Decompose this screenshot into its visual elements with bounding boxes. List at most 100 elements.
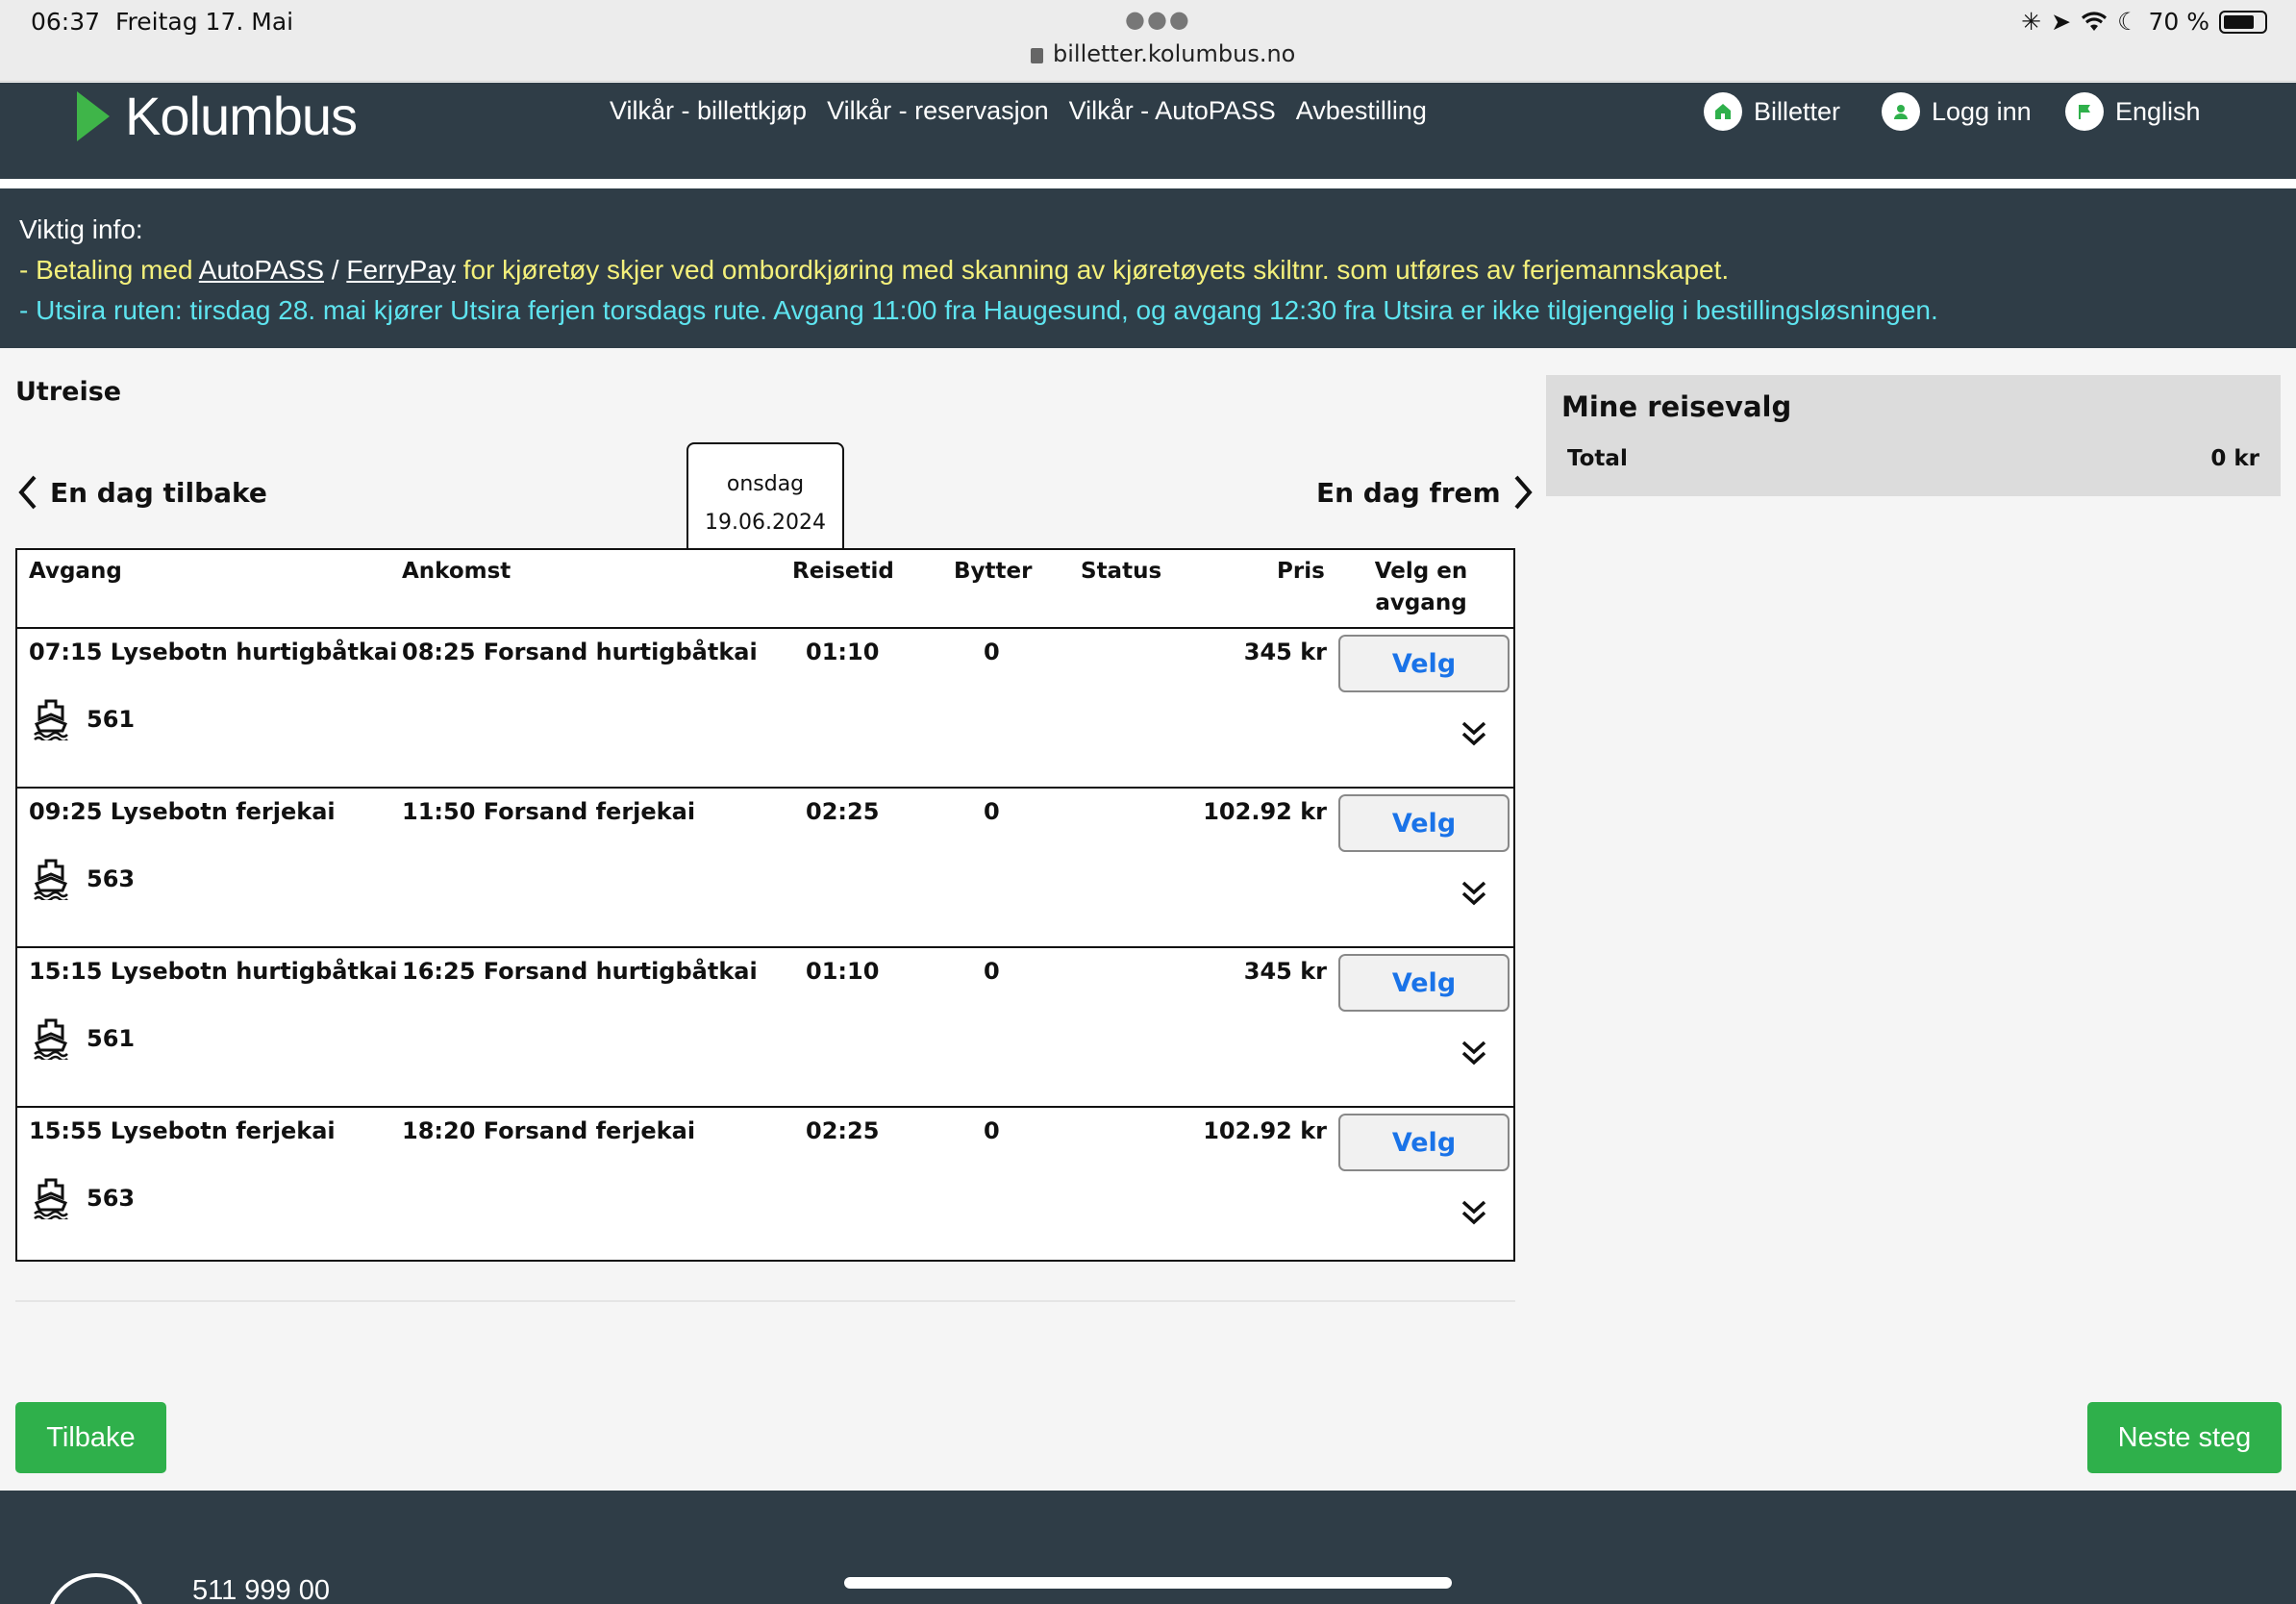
- prev-day-button[interactable]: En dag tilbake: [15, 473, 267, 512]
- table-row: 15:55 Lysebotn ferjekai 18:20 Forsand fe…: [17, 1106, 1513, 1266]
- phone-icon: [46, 1573, 146, 1604]
- nav-vilkar-autopass[interactable]: Vilkår - AutoPASS: [1069, 96, 1276, 126]
- velg-button[interactable]: Velg: [1338, 1114, 1510, 1171]
- battery-percent: 70 %: [2148, 8, 2209, 36]
- route-info: 561: [33, 698, 135, 740]
- velg-button[interactable]: Velg: [1338, 794, 1510, 852]
- chevron-left-icon: [18, 475, 37, 510]
- col-reisetid: Reisetid: [792, 559, 894, 584]
- logo-chevron-icon: [77, 90, 110, 141]
- arrival: 11:50 Forsand ferjekai: [402, 798, 696, 825]
- info-line1-suffix: for kjøretøy skjer ved ombordkjøring med…: [455, 255, 1730, 285]
- velg-button[interactable]: Velg: [1338, 954, 1510, 1012]
- activity-icon: ✳: [2021, 8, 2042, 36]
- url-text: billetter.kolumbus.no: [1053, 40, 1296, 67]
- language-label: English: [2115, 96, 2201, 126]
- transfers: 0: [984, 958, 1000, 985]
- total-label: Total: [1567, 446, 1628, 471]
- logo-text: Kolumbus: [125, 86, 358, 146]
- table-row: 09:25 Lysebotn ferjekai 11:50 Forsand fe…: [17, 787, 1513, 946]
- battery-icon: [2219, 10, 2267, 34]
- route-info: 561: [33, 1017, 135, 1060]
- transfers: 0: [984, 639, 1000, 665]
- route-number: 561: [87, 706, 136, 733]
- wifi-icon: [2082, 11, 2108, 31]
- location-icon: ➤: [2051, 8, 2072, 36]
- info-title: Viktig info:: [19, 214, 143, 244]
- next-day-label: En dag frem: [1316, 476, 1501, 509]
- clock: 06:37: [31, 8, 101, 36]
- route-number: 563: [87, 1185, 136, 1212]
- tab-dots-icon[interactable]: ●●●: [1125, 6, 1191, 33]
- route-info: 563: [33, 858, 135, 900]
- panel-title: Mine reisevalg: [1561, 390, 1792, 423]
- travel-time: 01:10: [806, 958, 880, 985]
- main-nav: Vilkår - billettkjøp Vilkår - reservasjo…: [610, 96, 1427, 126]
- departure: 09:25 Lysebotn ferjekai: [29, 798, 336, 825]
- transfers: 0: [984, 1117, 1000, 1144]
- travel-time: 02:25: [806, 798, 880, 825]
- col-bytter: Bytter: [954, 559, 1033, 584]
- col-velg: Velg en avgang: [1374, 559, 1468, 615]
- date: Freitag 17. Mai: [115, 8, 294, 36]
- arrival: 18:20 Forsand ferjekai: [402, 1117, 696, 1144]
- expand-chevron-icon[interactable]: [1460, 1039, 1488, 1067]
- nav-vilkar-reservasjon[interactable]: Vilkår - reservasjon: [827, 96, 1049, 126]
- price: 345 kr: [1243, 958, 1327, 985]
- transfers: 0: [984, 798, 1000, 825]
- nav-avbestilling[interactable]: Avbestilling: [1296, 96, 1427, 126]
- expand-chevron-icon[interactable]: [1460, 719, 1488, 748]
- login-link[interactable]: Logg inn: [1882, 92, 2032, 131]
- price: 102.92 kr: [1203, 798, 1327, 825]
- next-day-button[interactable]: En dag frem: [1316, 473, 1535, 512]
- route-number: 561: [87, 1025, 136, 1052]
- date-value: 19.06.2024: [705, 511, 826, 535]
- ferrypay-link[interactable]: FerryPay: [346, 255, 456, 285]
- status-icons: ✳ ➤ ☾ 70 %: [2021, 8, 2267, 36]
- info-banner: Viktig info: - Betaling med AutoPASS / F…: [0, 188, 2296, 348]
- back-button[interactable]: Tilbake: [15, 1402, 166, 1473]
- trip-summary-panel: Mine reisevalg Total 0 kr: [1546, 375, 2281, 496]
- table-row: 15:15 Lysebotn hurtigbåtkai 16:25 Forsan…: [17, 946, 1513, 1106]
- travel-time: 01:10: [806, 639, 880, 665]
- billetter-label: Billetter: [1754, 96, 1841, 126]
- date-weekday: onsdag: [726, 472, 805, 496]
- autopass-link[interactable]: AutoPASS: [199, 255, 324, 285]
- col-status: Status: [1081, 559, 1162, 584]
- route-number: 563: [87, 865, 136, 892]
- header-separator: [0, 179, 2296, 188]
- login-label: Logg inn: [1932, 96, 2032, 126]
- expand-chevron-icon[interactable]: [1460, 879, 1488, 908]
- home-indicator[interactable]: [844, 1577, 1452, 1589]
- ferry-icon: [34, 699, 68, 740]
- route-info: 563: [33, 1177, 135, 1219]
- departure: 07:15 Lysebotn hurtigbåtkai: [29, 639, 398, 665]
- table-row: 07:15 Lysebotn hurtigbåtkai 08:25 Forsan…: [17, 627, 1513, 787]
- ferry-icon: [34, 859, 68, 900]
- home-icon: [1704, 92, 1742, 131]
- footer-phone[interactable]: 511 999 00: [192, 1575, 330, 1604]
- travel-time: 02:25: [806, 1117, 880, 1144]
- info-line1-prefix: - Betaling med: [19, 255, 199, 285]
- departure: 15:55 Lysebotn ferjekai: [29, 1117, 336, 1144]
- expand-chevron-icon[interactable]: [1460, 1198, 1488, 1227]
- col-ankomst: Ankomst: [402, 559, 512, 584]
- info-line-payment: - Betaling med AutoPASS / FerryPay for k…: [19, 250, 2296, 290]
- ferry-icon: [34, 1018, 68, 1060]
- billetter-link[interactable]: Billetter: [1704, 92, 1840, 131]
- browser-status-bar: 06:37 Freitag 17. Mai ●●● billetter.kolu…: [0, 0, 2296, 82]
- velg-button[interactable]: Velg: [1338, 635, 1510, 692]
- user-icon: [1882, 92, 1920, 131]
- col-pris: Pris: [1277, 559, 1325, 584]
- next-step-button[interactable]: Neste steg: [2087, 1402, 2282, 1473]
- price: 102.92 kr: [1203, 1117, 1327, 1144]
- price: 345 kr: [1243, 639, 1327, 665]
- language-link[interactable]: English: [2065, 92, 2201, 131]
- departures-table: Avgang Ankomst Reisetid Bytter Status Pr…: [15, 548, 1515, 1262]
- info-line1-sep: /: [324, 255, 347, 285]
- address-bar[interactable]: billetter.kolumbus.no: [1031, 40, 1295, 67]
- kolumbus-logo[interactable]: Kolumbus: [77, 85, 358, 147]
- arrival: 08:25 Forsand hurtigbåtkai: [402, 639, 758, 665]
- date-tab: onsdag 19.06.2024: [686, 442, 844, 550]
- nav-vilkar-billettkjop[interactable]: Vilkår - billettkjøp: [610, 96, 807, 126]
